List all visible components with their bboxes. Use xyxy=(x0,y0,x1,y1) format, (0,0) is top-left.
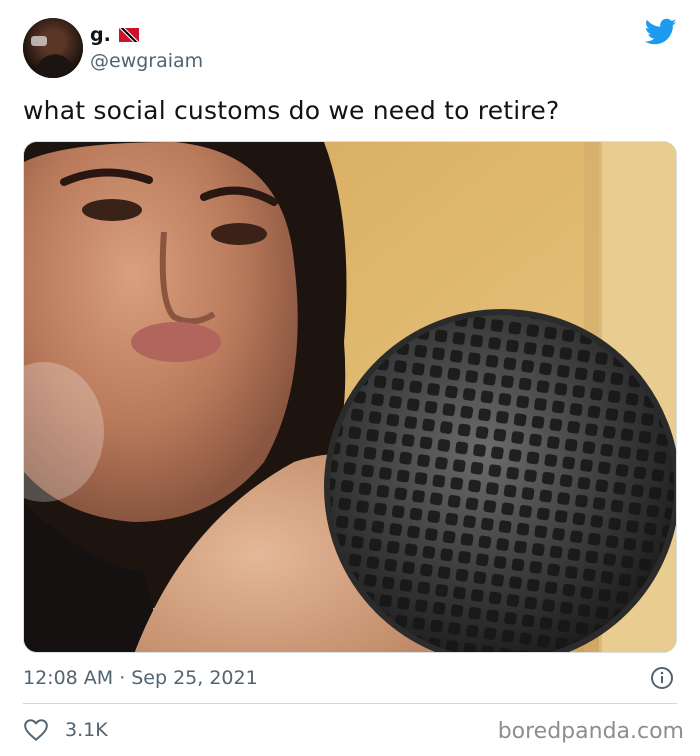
tweet-timestamp[interactable]: 12:08 AM · Sep 25, 2021 xyxy=(23,667,258,689)
like-button[interactable]: 3.1K xyxy=(23,717,108,743)
like-count: 3.1K xyxy=(65,719,108,741)
tweet-text: what social customs do we need to retire… xyxy=(23,96,560,125)
heart-icon xyxy=(24,719,48,741)
info-icon[interactable] xyxy=(650,666,674,690)
tweet-time: 12:08 AM xyxy=(23,667,114,689)
tweet-date: Sep 25, 2021 xyxy=(131,667,258,689)
display-name[interactable]: g. xyxy=(90,24,111,46)
woman-holding-microphone-photo xyxy=(24,142,676,652)
timestamp-separator: · xyxy=(119,667,126,689)
watermark-text: boredpanda.com xyxy=(497,719,684,744)
trinidad-tobago-flag-icon xyxy=(118,28,139,42)
divider xyxy=(23,703,677,704)
author-avatar[interactable] xyxy=(23,18,83,78)
tweet-card: g. @ewgraiam what social customs do we n… xyxy=(0,0,700,756)
tweet-media-photo[interactable] xyxy=(23,141,677,653)
display-name-row: g. xyxy=(90,24,139,46)
author-handle[interactable]: @ewgraiam xyxy=(90,50,203,72)
twitter-bird-icon[interactable] xyxy=(645,18,677,46)
